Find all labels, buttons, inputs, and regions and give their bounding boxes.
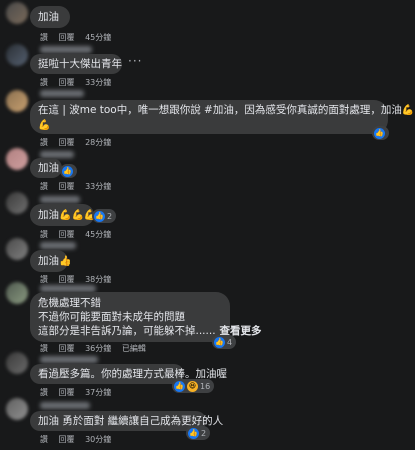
comment-meta: 讚 回覆 36分鐘 已編輯 [40, 343, 154, 354]
avatar[interactable] [6, 398, 28, 420]
comment-time[interactable]: 30分鐘 [85, 435, 111, 444]
commenter-name[interactable] [40, 196, 80, 203]
comment-time[interactable]: 33分鐘 [85, 78, 111, 87]
comment-meta: 讚 回覆 37分鐘 [40, 387, 119, 398]
comment-time[interactable]: 36分鐘 [85, 344, 111, 353]
haha-reaction-icon: 😆 [187, 380, 198, 392]
comment-time[interactable]: 45分鐘 [85, 33, 111, 42]
like-button[interactable]: 讚 [40, 78, 48, 87]
avatar[interactable] [6, 2, 28, 24]
like-button[interactable]: 讚 [40, 138, 48, 147]
reply-button[interactable]: 回覆 [59, 33, 75, 42]
like-reaction-icon: 👍 [188, 427, 199, 439]
avatar[interactable] [6, 352, 28, 374]
avatar[interactable] [6, 90, 28, 112]
comment-bubble: 在這 | 波me too中，唯一想跟你說 #加油，因為感受你真誠的面對處理，加油… [30, 100, 415, 134]
commenter-name[interactable] [40, 356, 98, 363]
comment-text: 加油 [38, 162, 59, 174]
comment-bubble: 看過壓多篇。你的處理方式最棒。加油喔 [30, 364, 227, 384]
comment-text-line: 💪 [38, 118, 380, 133]
reaction-summary[interactable]: 👍 [372, 126, 389, 140]
commenter-name[interactable] [40, 285, 96, 292]
comment-time[interactable]: 45分鐘 [85, 230, 111, 239]
reply-button[interactable]: 回覆 [59, 435, 75, 444]
comment-meta: 讚 回覆 30分鐘 [40, 434, 119, 445]
reaction-summary[interactable]: 👍 2 [92, 209, 117, 223]
thumbs-up-emoji: 👍 [59, 256, 72, 267]
comment-meta: 讚 回覆 33分鐘 [40, 181, 119, 192]
reaction-summary[interactable]: 👍 2 [186, 426, 211, 440]
comment-bubble: 加油💪💪💪 [30, 204, 97, 226]
like-button[interactable]: 讚 [40, 275, 48, 284]
reply-button[interactable]: 回覆 [59, 138, 75, 147]
like-button[interactable]: 讚 [40, 182, 48, 191]
comment-bubble: 加油 勇於面對 繼續讓自己成為更好的人 [30, 411, 223, 431]
like-reaction-icon: 👍 [374, 127, 385, 139]
comment-time[interactable]: 28分鐘 [85, 138, 111, 147]
comment-meta: 讚 回覆 45分鐘 [40, 229, 119, 240]
like-button[interactable]: 讚 [40, 230, 48, 239]
flexed-biceps-emoji: 💪💪 [401, 105, 415, 116]
flexed-biceps-emoji: 💪 [38, 120, 51, 131]
comment-text: 加油 [38, 11, 59, 23]
reaction-count: 2 [107, 211, 113, 221]
like-reaction-icon: 👍 [94, 210, 105, 222]
comment-text: 挺啦十大傑出青年 [38, 58, 122, 70]
like-reaction-icon: 👍 [174, 380, 185, 392]
avatar[interactable] [6, 238, 28, 260]
comment-text-line: 危機處理不錯 [38, 297, 101, 309]
reply-button[interactable]: 回覆 [59, 182, 75, 191]
like-button[interactable]: 讚 [40, 33, 48, 42]
reply-button[interactable]: 回覆 [59, 388, 75, 397]
commenter-name[interactable] [40, 90, 84, 97]
avatar[interactable] [6, 44, 28, 66]
avatar[interactable] [6, 282, 28, 304]
comment-meta: 讚 回覆 28分鐘 [40, 137, 119, 148]
comment-meta: 讚 回覆 38分鐘 [40, 274, 119, 285]
comment-text-line: 在這 | 波me too中，唯一想跟你說 #加油，因為感受你真誠的面對處理，加油… [38, 103, 415, 118]
comment-bubble: 加油 [30, 158, 62, 178]
reaction-count: 2 [201, 428, 207, 438]
commenter-name[interactable] [40, 151, 74, 158]
avatar[interactable] [6, 148, 28, 170]
comment-meta: 讚 回覆 45分鐘 [40, 32, 119, 43]
more-options-icon[interactable]: ··· [128, 54, 142, 68]
like-reaction-icon: 👍 [62, 165, 73, 177]
comment-bubble: 挺啦十大傑出青年 [30, 54, 122, 74]
reply-button[interactable]: 回覆 [59, 78, 75, 87]
commenter-name[interactable] [40, 46, 92, 53]
comment-text: 加油👍 [38, 255, 72, 267]
comment-meta: 讚 回覆 33分鐘 [40, 77, 119, 88]
reply-button[interactable]: 回覆 [59, 344, 75, 353]
comment-time[interactable]: 37分鐘 [85, 388, 111, 397]
commenter-name[interactable] [40, 242, 76, 249]
like-reaction-icon: 👍 [214, 336, 225, 348]
comment-text-line: 這部分是非告訴乃論，可能躲不掉...... 查看更多 [38, 325, 262, 337]
edited-label: 已編輯 [121, 344, 146, 353]
comment-time[interactable]: 33分鐘 [85, 182, 111, 191]
comment-bubble: 危機處理不錯 不過你可能要面對未成年的問題 這部分是非告訴乃論，可能躲不掉...… [30, 292, 262, 342]
reply-button[interactable]: 回覆 [59, 230, 75, 239]
reply-button[interactable]: 回覆 [59, 275, 75, 284]
reaction-summary[interactable]: 👍 4 [212, 335, 237, 349]
like-button[interactable]: 讚 [40, 435, 48, 444]
comment-text: 加油💪💪💪 [38, 209, 97, 221]
reaction-count: 4 [227, 337, 233, 347]
comment-time[interactable]: 38分鐘 [85, 275, 111, 284]
comment-bubble: 加油👍 [30, 250, 72, 272]
comment-text-line: 不過你可能要面對未成年的問題 [38, 311, 185, 323]
like-button[interactable]: 讚 [40, 344, 48, 353]
avatar[interactable] [6, 192, 28, 214]
flexed-biceps-emoji: 💪💪💪 [59, 210, 97, 221]
reaction-summary[interactable]: 👍 [60, 164, 77, 178]
comment-bubble: 加油 [30, 6, 70, 28]
reaction-summary[interactable]: 👍 😆 16 [172, 379, 215, 393]
reaction-count: 16 [200, 381, 211, 391]
like-button[interactable]: 讚 [40, 388, 48, 397]
commenter-name[interactable] [40, 402, 90, 409]
